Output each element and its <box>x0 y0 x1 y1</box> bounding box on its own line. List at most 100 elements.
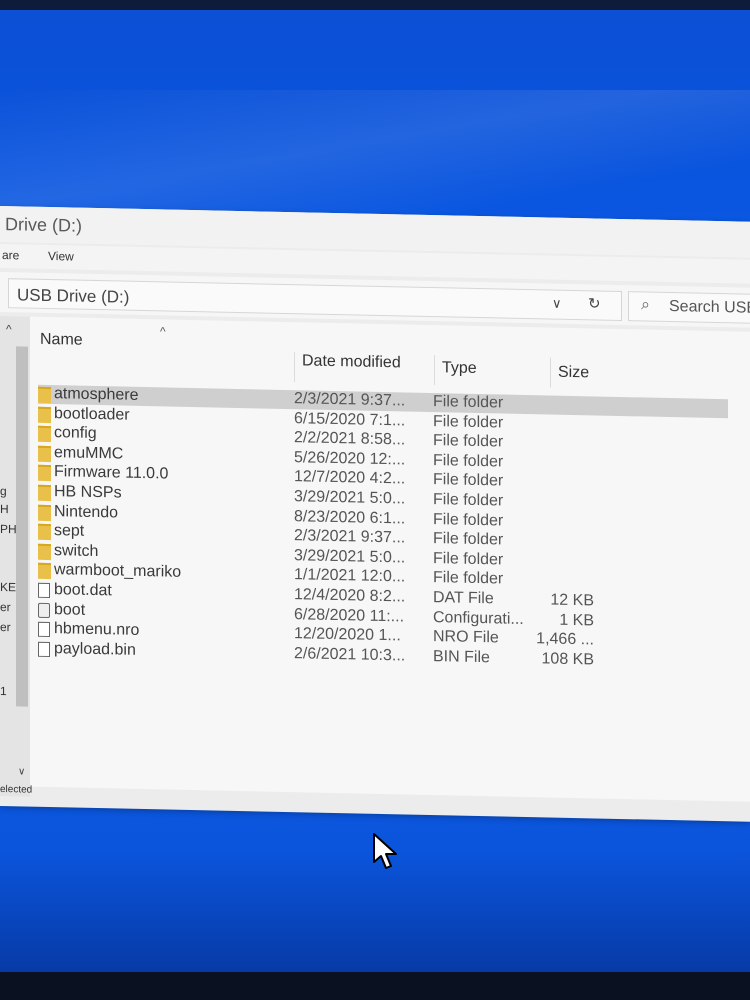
file-type: NRO File <box>433 628 499 647</box>
file-size <box>530 454 594 455</box>
file-type: File folder <box>433 491 504 510</box>
file-date-modified: 3/29/2021 5:0... <box>294 546 406 567</box>
tab-view[interactable]: View <box>48 249 74 264</box>
column-header-type[interactable]: Type <box>442 359 477 378</box>
folder-icon <box>38 504 51 521</box>
chevron-down-icon[interactable]: ∨ <box>552 296 562 312</box>
folder-icon <box>38 465 51 482</box>
folder-icon <box>38 425 51 443</box>
file-type: File folder <box>433 510 504 530</box>
file-name: switch <box>54 541 99 560</box>
file-name: Nintendo <box>54 502 119 522</box>
file-icon <box>38 621 50 638</box>
nav-item-fragment[interactable]: PH <box>0 522 17 536</box>
column-divider[interactable] <box>294 352 295 383</box>
file-date-modified: 1/1/2021 12:0... <box>294 566 406 586</box>
column-divider[interactable] <box>434 355 435 386</box>
status-bar-text: elected <box>0 784 33 796</box>
refresh-icon[interactable]: ↻ <box>588 294 601 312</box>
file-name: emuMMC <box>54 443 124 463</box>
monitor-bezel-top <box>0 0 750 10</box>
tab-share[interactable]: are <box>2 248 19 262</box>
file-size: 12 KB <box>550 591 594 610</box>
file-date-modified: 8/23/2020 6:1... <box>294 507 406 528</box>
file-size <box>530 571 594 572</box>
column-header-date-modified[interactable]: Date modified <box>302 352 401 372</box>
nav-item-fragment[interactable]: 1 <box>0 684 7 698</box>
nav-item-fragment[interactable]: g <box>0 484 7 498</box>
nav-scrollbar[interactable] <box>16 346 28 707</box>
search-input[interactable]: ⌕ Search USB <box>628 291 750 324</box>
column-header-name[interactable]: Name <box>40 331 83 350</box>
folder-icon <box>38 523 51 541</box>
file-name: payload.bin <box>54 639 136 659</box>
address-path[interactable]: USB Drive (D:) <box>17 285 129 307</box>
file-date-modified: 6/28/2020 11:... <box>294 605 405 626</box>
file-size <box>530 434 594 435</box>
file-type: File folder <box>433 451 504 471</box>
file-size <box>530 473 594 474</box>
nav-item-fragment[interactable]: H <box>0 502 9 516</box>
folder-icon <box>38 386 51 404</box>
file-icon <box>38 582 50 599</box>
file-size: 1 KB <box>559 611 594 630</box>
file-type: File folder <box>433 432 504 451</box>
file-size <box>530 493 594 494</box>
file-name: HB NSPs <box>54 483 122 502</box>
folder-icon <box>38 563 51 580</box>
column-header-size[interactable]: Size <box>558 364 589 383</box>
file-date-modified: 2/3/2021 9:37... <box>294 390 406 410</box>
column-divider[interactable] <box>550 357 551 388</box>
file-icon <box>38 641 50 657</box>
folder-icon <box>38 543 51 560</box>
folder-icon <box>38 484 51 502</box>
file-type: File folder <box>433 393 504 412</box>
file-date-modified: 2/3/2021 9:37... <box>294 527 406 547</box>
window-title: Drive (D:) <box>5 214 82 236</box>
file-size <box>530 513 594 514</box>
file-name: Firmware 11.0.0 <box>54 463 169 483</box>
config-file-icon <box>38 602 50 618</box>
file-name: boot.dat <box>54 581 112 600</box>
file-date-modified: 6/15/2020 7:1... <box>294 409 406 430</box>
file-date-modified: 12/20/2020 1... <box>294 625 401 645</box>
file-name: boot <box>54 600 86 619</box>
file-name: hbmenu.nro <box>54 620 140 640</box>
file-type: File folder <box>433 549 504 569</box>
file-date-modified: 12/7/2020 4:2... <box>294 468 406 488</box>
file-name: sept <box>54 522 85 540</box>
file-date-modified: 3/29/2021 5:0... <box>294 488 406 508</box>
navigation-pane[interactable]: ^ g H PH KE er er 1 ∨ <box>0 316 30 797</box>
file-type: File folder <box>433 569 504 588</box>
file-list: Name ^ Date modified Type Size atmospher… <box>30 316 750 802</box>
file-type: Configurati... <box>433 608 524 628</box>
file-type: DAT File <box>433 589 494 608</box>
scroll-down-icon[interactable]: ∨ <box>18 766 25 777</box>
folder-icon <box>38 445 51 462</box>
file-name: config <box>54 424 97 443</box>
file-name: bootloader <box>54 404 130 424</box>
sort-arrow-icon: ^ <box>160 324 166 339</box>
mouse-pointer-icon <box>372 832 400 877</box>
file-size <box>530 552 594 553</box>
nav-item-fragment[interactable]: KE <box>0 580 16 594</box>
monitor-bezel-bottom <box>0 972 750 1000</box>
file-date-modified: 5/26/2020 12:... <box>294 448 406 469</box>
nav-item-fragment[interactable]: er <box>0 620 11 634</box>
search-placeholder: Search USB <box>669 298 750 317</box>
nav-item-fragment[interactable]: er <box>0 600 11 614</box>
file-size: 108 KB <box>541 650 594 669</box>
search-icon: ⌕ <box>641 296 650 314</box>
file-size <box>530 395 594 396</box>
file-size <box>530 415 594 416</box>
file-explorer-window: Drive (D:) are View USB Drive (D:) ∨ ↻ ⌕… <box>0 206 750 822</box>
file-type: File folder <box>433 471 504 490</box>
scroll-up-icon[interactable]: ^ <box>6 322 12 336</box>
file-date-modified: 2/2/2021 8:58... <box>294 429 406 449</box>
file-type: BIN File <box>433 647 490 667</box>
folder-icon <box>38 406 51 423</box>
file-size: 1,466 ... <box>536 630 594 649</box>
file-size <box>530 532 594 533</box>
file-name: warmboot_mariko <box>54 561 182 582</box>
file-date-modified: 2/6/2021 10:3... <box>294 644 406 665</box>
